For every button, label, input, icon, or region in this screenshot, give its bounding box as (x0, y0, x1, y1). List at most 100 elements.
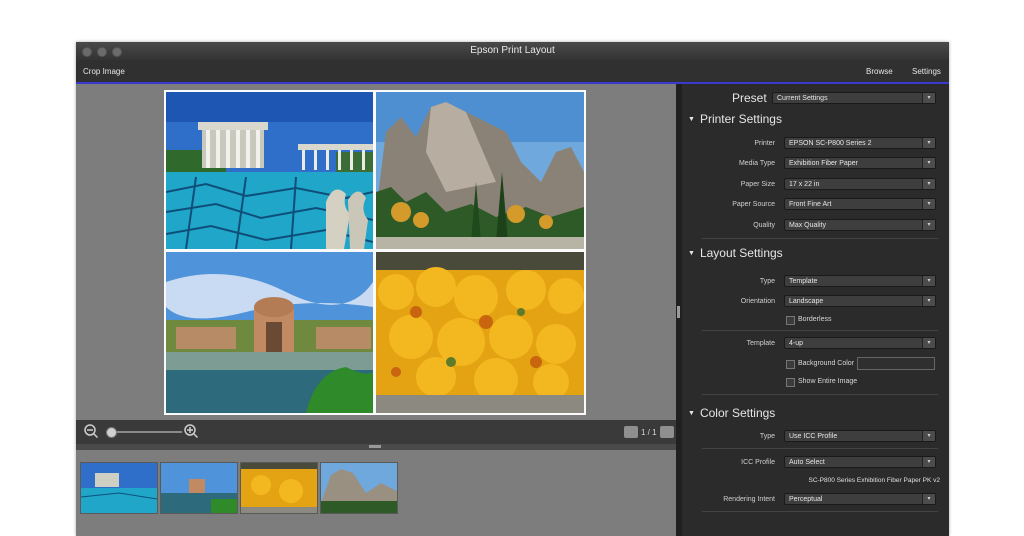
crop-image-button[interactable]: Crop Image (83, 67, 125, 76)
printer-value: EPSON SC-P800 Series 2 (789, 140, 872, 147)
chevron-down-icon: ▾ (922, 220, 935, 230)
mountain-image (376, 92, 584, 249)
orientation-select[interactable]: Landscape ▾ (784, 295, 936, 307)
palace-image (166, 252, 373, 413)
layout-type-label: Type (759, 278, 775, 285)
quality-label: Quality (753, 222, 775, 229)
window-controls (82, 47, 122, 57)
icc-profile-select[interactable]: Auto Select ▾ (784, 456, 936, 468)
icc-profile-value: Auto Select (789, 459, 825, 466)
zoom-button[interactable] (112, 47, 122, 57)
rendering-intent-value: Perceptual (789, 496, 823, 503)
rendering-intent-label: Rendering Intent (723, 496, 775, 503)
divider (702, 511, 938, 512)
thumbnail-palace[interactable] (160, 462, 238, 514)
divider (702, 448, 938, 449)
borderless-checkbox[interactable] (786, 316, 795, 325)
chevron-down-icon: ▾ (922, 457, 935, 467)
chevron-down-icon: ▾ (922, 296, 935, 306)
window-title: Epson Print Layout (470, 45, 555, 56)
show-entire-image-checkbox[interactable] (786, 378, 795, 387)
paper-size-select[interactable]: 17 x 22 in ▾ (784, 178, 936, 190)
icc-profile-label: ICC Profile (741, 459, 775, 466)
title-bar: Epson Print Layout (76, 42, 949, 60)
chevron-down-icon: ▾ (922, 93, 935, 103)
divider (702, 238, 938, 239)
divider (702, 394, 938, 395)
photo-mountain[interactable] (376, 92, 584, 249)
app-window: Epson Print Layout Crop Image Browse Set… (76, 42, 949, 536)
paper-source-label: Paper Source (732, 201, 775, 208)
zoom-bar: 1 / 1 (76, 420, 676, 444)
color-type-select[interactable]: Use ICC Profile ▾ (784, 430, 936, 442)
borderless-label: Borderless (798, 316, 832, 323)
chevron-down-icon: ▾ (922, 276, 935, 286)
paper-source-select[interactable]: Front Fine Art ▾ (784, 198, 936, 210)
layout-type-select[interactable]: Template ▾ (784, 275, 936, 287)
quality-select[interactable]: Max Quality ▾ (784, 219, 936, 231)
print-preview-area (76, 84, 676, 420)
zoom-slider-handle[interactable] (106, 427, 117, 438)
thumbnail-pool[interactable] (80, 462, 158, 514)
settings-button[interactable]: Settings (912, 67, 941, 76)
zoom-out-icon[interactable] (84, 424, 98, 438)
printer-select[interactable]: EPSON SC-P800 Series 2 ▾ (784, 137, 936, 149)
chevron-down-icon: ▾ (922, 338, 935, 348)
close-button[interactable] (82, 47, 92, 57)
toolbar: Crop Image Browse Settings (76, 60, 949, 84)
background-color-checkbox[interactable] (786, 360, 795, 369)
thumbnail-strip (76, 450, 676, 536)
chevron-down-icon: ▾ (922, 494, 935, 504)
splitter-grip[interactable] (369, 445, 381, 448)
printer-settings-title: Printer Settings (699, 112, 782, 126)
rendering-intent-select[interactable]: Perceptual ▾ (784, 493, 936, 505)
chevron-down-icon: ▾ (922, 138, 935, 148)
chevron-down-icon: ▾ (922, 158, 935, 168)
layout-settings-header[interactable]: ▼ Layout Settings (688, 246, 783, 260)
triangle-down-icon: ▼ (688, 116, 695, 123)
photo-palace[interactable] (166, 252, 373, 413)
template-select[interactable]: 4-up ▾ (784, 337, 936, 349)
prev-page-button[interactable] (624, 426, 638, 438)
template-label: Template (746, 340, 775, 347)
page-indicator: 1 / 1 (641, 427, 657, 437)
color-settings-header[interactable]: ▼ Color Settings (688, 406, 775, 420)
preset-value: Current Settings (777, 95, 828, 102)
paper-size-label: Paper Size (740, 181, 775, 188)
chevron-down-icon: ▾ (922, 199, 935, 209)
media-type-select[interactable]: Exhibition Fiber Paper ▾ (784, 157, 936, 169)
thumbnail-mountain[interactable] (320, 462, 398, 514)
triangle-down-icon: ▼ (688, 250, 695, 257)
divider (702, 330, 938, 331)
aspens-image (376, 252, 584, 413)
thumbnail-aspens[interactable] (240, 462, 318, 514)
orientation-value: Landscape (789, 298, 824, 305)
color-settings-title: Color Settings (699, 406, 776, 420)
show-entire-image-label: Show Entire Image (798, 378, 858, 385)
browse-button[interactable]: Browse (866, 67, 893, 76)
zoom-slider-track[interactable] (106, 431, 182, 433)
media-type-value: Exhibition Fiber Paper (789, 160, 858, 167)
next-page-button[interactable] (659, 426, 674, 438)
photo-pool[interactable] (166, 92, 373, 249)
thumbnail-aspens-image (241, 463, 317, 513)
orientation-label: Orientation (740, 298, 775, 305)
icc-profile-name: SC-P800 Series Exhibition Fiber Paper PK… (808, 477, 940, 484)
minimize-button[interactable] (97, 47, 107, 57)
preset-label: Preset (732, 91, 767, 105)
thumbnail-pool-image (81, 463, 157, 513)
quality-value: Max Quality (789, 222, 826, 229)
background-color-label: Background Color (798, 360, 855, 367)
photo-aspens[interactable] (376, 252, 584, 413)
paper-size-value: 17 x 22 in (789, 181, 820, 188)
vertical-splitter-grip[interactable] (677, 306, 680, 318)
paper-source-value: Front Fine Art (789, 201, 832, 208)
zoom-in-icon[interactable] (184, 424, 198, 438)
page-navigator: 1 / 1 (624, 425, 674, 439)
printer-settings-header[interactable]: ▼ Printer Settings (688, 112, 782, 126)
preset-select[interactable]: Current Settings ▾ (772, 92, 936, 104)
settings-panel: Preset Current Settings ▾ ▼ Printer Settin… (682, 84, 949, 536)
layout-type-value: Template (789, 278, 818, 285)
background-color-swatch[interactable] (857, 357, 935, 370)
chevron-down-icon: ▾ (922, 431, 935, 441)
